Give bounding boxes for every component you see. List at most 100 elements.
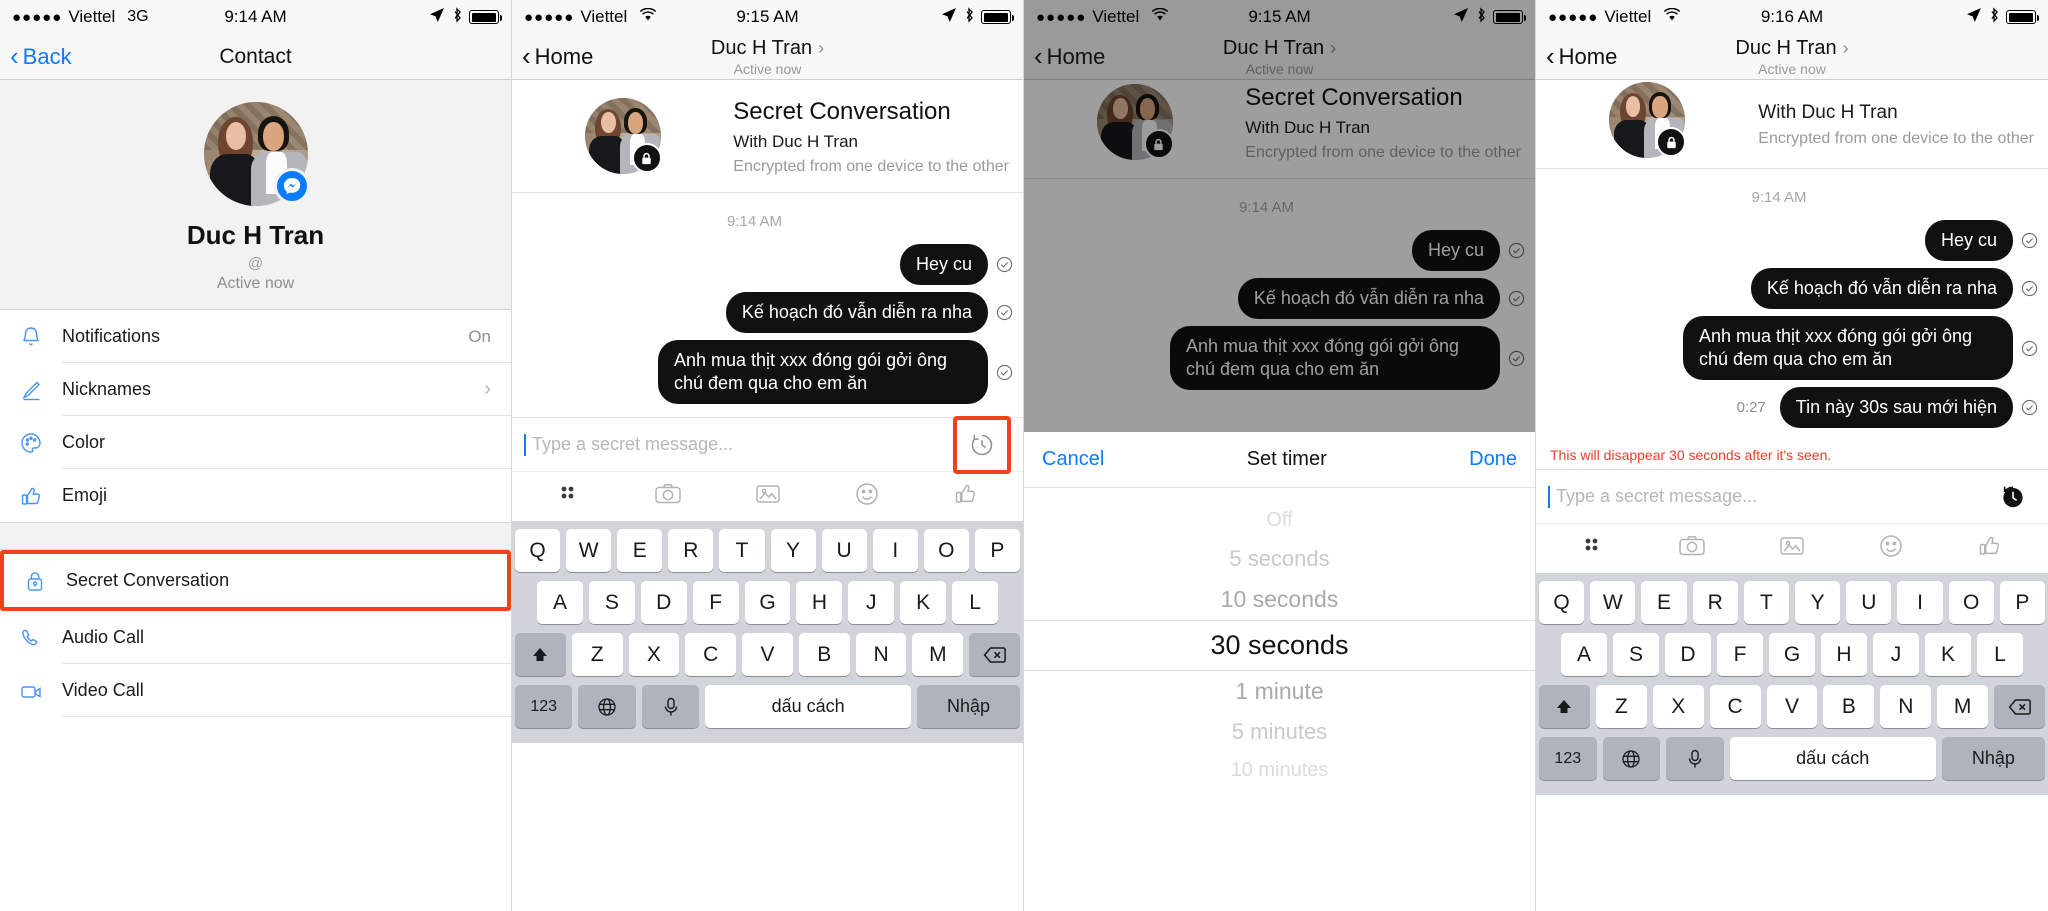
key[interactable]: B	[798, 633, 850, 677]
back-button[interactable]: ‹ Back	[10, 43, 72, 70]
key[interactable]: T	[1743, 581, 1789, 625]
numbers-key[interactable]: 123	[515, 685, 573, 729]
camera-icon[interactable]	[1677, 533, 1707, 564]
timer-option[interactable]: Off	[1024, 502, 1535, 539]
key[interactable]: M	[912, 633, 964, 677]
done-button[interactable]: Done	[1469, 448, 1517, 471]
settings-row-color[interactable]: Color	[0, 416, 511, 469]
key[interactable]: C	[1709, 685, 1761, 729]
key[interactable]: X	[1652, 685, 1704, 729]
timer-option[interactable]: 10 minutes	[1024, 752, 1535, 789]
settings-row-secret-conversation[interactable]: Secret Conversation	[4, 554, 507, 607]
key[interactable]: P	[974, 529, 1020, 573]
settings-row-emoji[interactable]: Emoji	[0, 469, 511, 522]
key[interactable]: Z	[571, 633, 623, 677]
message-row[interactable]: Anh mua thịt xxx đóng gói gởi ông chú đe…	[1536, 316, 2048, 381]
avatar-wrap[interactable]	[584, 98, 662, 174]
enter-key[interactable]: Nhập	[1941, 737, 2045, 781]
camera-icon[interactable]	[653, 481, 683, 512]
key[interactable]: S	[1613, 633, 1659, 677]
key[interactable]: Y	[770, 529, 816, 573]
key[interactable]: P	[1999, 581, 2046, 625]
space-key[interactable]: dấu cách	[705, 685, 912, 729]
message-input-placeholder[interactable]: Type a secret message...	[532, 434, 953, 455]
key[interactable]: I	[1897, 581, 1943, 625]
message-row[interactable]: Kế hoạch đó vẫn diễn ra nha	[1536, 268, 2048, 310]
key[interactable]: W	[1590, 581, 1636, 625]
key[interactable]: R	[668, 529, 714, 573]
key[interactable]: A	[537, 581, 583, 625]
key[interactable]: K	[1925, 633, 1971, 677]
key[interactable]: C	[685, 633, 737, 677]
key[interactable]: L	[1977, 633, 2023, 677]
key[interactable]: M	[1937, 685, 1989, 729]
space-key[interactable]: dấu cách	[1729, 737, 1936, 781]
key[interactable]: O	[1948, 581, 1994, 625]
key[interactable]: A	[1561, 633, 1607, 677]
key[interactable]: W	[566, 529, 612, 573]
key[interactable]: N	[855, 633, 907, 677]
key[interactable]: D	[1665, 633, 1711, 677]
thumbs-up-icon[interactable]	[1976, 532, 2004, 565]
shift-icon[interactable]	[1539, 685, 1590, 729]
settings-row-video-call[interactable]: Video Call	[0, 664, 511, 717]
mic-icon[interactable]	[641, 685, 700, 729]
key[interactable]: E	[1641, 581, 1687, 625]
back-button[interactable]: ‹ Home	[1546, 43, 1617, 70]
key[interactable]: K	[900, 581, 947, 625]
key[interactable]: G	[1769, 633, 1815, 677]
key[interactable]: G	[744, 581, 791, 625]
apps-icon[interactable]	[1580, 533, 1606, 564]
timer-option[interactable]: 10 seconds	[1024, 579, 1535, 620]
numbers-key[interactable]: 123	[1539, 737, 1597, 781]
key[interactable]: H	[1821, 633, 1867, 677]
thumbs-up-icon[interactable]	[952, 480, 980, 513]
settings-row-nicknames[interactable]: Nicknames ›	[0, 363, 511, 416]
apps-icon[interactable]	[556, 481, 582, 512]
backspace-icon[interactable]	[1994, 685, 2046, 729]
key[interactable]: I	[872, 529, 918, 573]
globe-icon[interactable]	[1602, 737, 1661, 781]
key[interactable]: Y	[1795, 581, 1841, 625]
message-input-placeholder[interactable]: Type a secret message...	[1556, 486, 1990, 507]
back-button[interactable]: ‹ Home	[522, 43, 593, 70]
key[interactable]: N	[1880, 685, 1932, 729]
message-input-bar[interactable]: Type a secret message...	[512, 415, 1023, 474]
timer-filled-icon[interactable]	[1990, 474, 2036, 520]
key[interactable]: U	[821, 529, 867, 573]
key[interactable]: U	[1846, 581, 1892, 625]
key[interactable]: S	[588, 581, 635, 625]
key[interactable]: F	[692, 581, 739, 625]
cancel-button[interactable]: Cancel	[1042, 448, 1104, 471]
timer-option-selected[interactable]: 30 seconds	[1024, 621, 1535, 670]
key[interactable]: T	[719, 529, 765, 573]
globe-icon[interactable]	[578, 685, 636, 729]
key[interactable]: O	[923, 529, 969, 573]
message-input-bar[interactable]: Type a secret message...	[1536, 469, 2048, 524]
page-title[interactable]: Duc H Tran ›	[1735, 37, 1848, 60]
page-title[interactable]: Duc H Tran ›	[711, 37, 824, 60]
message-row[interactable]: 0:27 Tin này 30s sau mới hiện	[1536, 387, 2048, 429]
photos-icon[interactable]	[1778, 533, 1806, 564]
key[interactable]: D	[640, 581, 687, 625]
key[interactable]: Z	[1595, 685, 1647, 729]
avatar-wrap[interactable]	[203, 102, 310, 206]
message-row[interactable]: Hey cu	[512, 244, 1023, 286]
key[interactable]: Q	[1538, 581, 1585, 625]
avatar-wrap[interactable]	[1609, 82, 1687, 158]
settings-row-audio-call[interactable]: Audio Call	[0, 611, 511, 664]
key[interactable]: J	[1873, 633, 1919, 677]
enter-key[interactable]: Nhập	[917, 685, 1021, 729]
mic-icon[interactable]	[1666, 737, 1724, 781]
backspace-icon[interactable]	[969, 633, 1021, 677]
message-row[interactable]: Hey cu	[1536, 220, 2048, 262]
shift-icon[interactable]	[514, 633, 566, 677]
key[interactable]: H	[796, 581, 843, 625]
timer-icon[interactable]	[959, 422, 1005, 468]
timer-option[interactable]: 5 seconds	[1024, 539, 1535, 579]
key[interactable]: V	[742, 633, 793, 677]
sticker-icon[interactable]	[853, 480, 881, 513]
key[interactable]: Q	[515, 529, 561, 573]
key[interactable]: E	[617, 529, 663, 573]
key[interactable]: X	[628, 633, 680, 677]
